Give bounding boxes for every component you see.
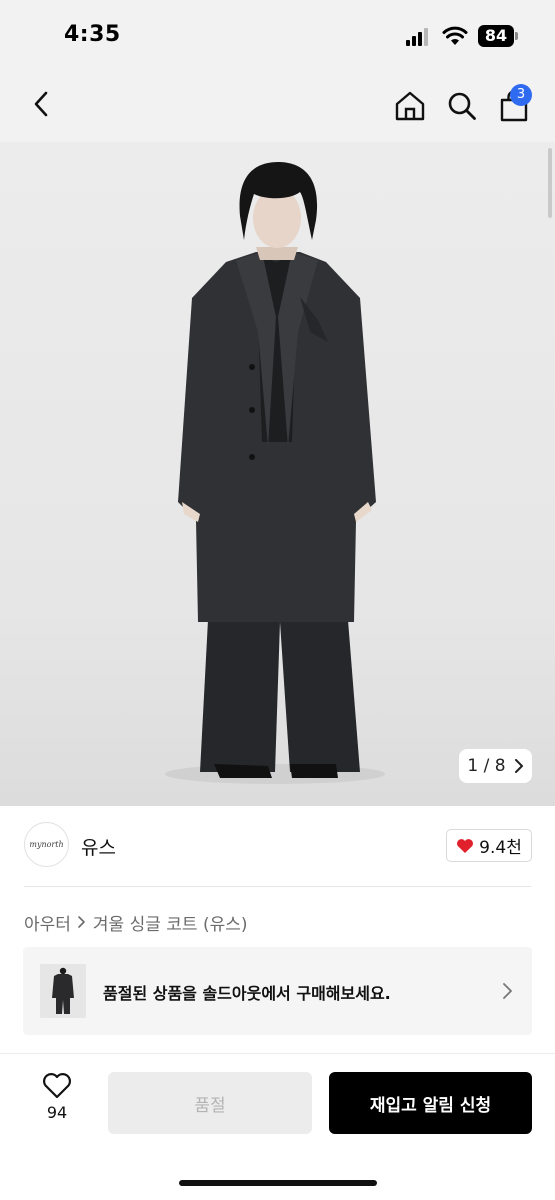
battery-tip: [515, 32, 518, 40]
chevron-right-icon: [78, 916, 85, 928]
search-icon: [448, 92, 476, 120]
home-indicator[interactable]: [179, 1180, 377, 1186]
status-time: 4:35: [64, 22, 121, 47]
scroll-indicator[interactable]: [548, 148, 552, 218]
brand-row[interactable]: mynorth 유스 9.4천: [24, 822, 532, 868]
soldout-marketplace-banner[interactable]: 품절된 상품을 솔드아웃에서 구매해보세요.: [23, 947, 532, 1035]
banner-text: 품절된 상품을 솔드아웃에서 구매해보세요.: [103, 984, 391, 1003]
brand-like-count: 9.4천: [479, 838, 522, 858]
brand-name[interactable]: 유스: [81, 833, 116, 860]
breadcrumb: 아우터 겨울 싱글 코트 (유스): [24, 910, 248, 935]
brand-like-button[interactable]: 9.4천: [446, 829, 532, 862]
breadcrumb-product: 겨울 싱글 코트 (유스): [92, 914, 248, 935]
breadcrumb-category[interactable]: 아우터: [24, 910, 71, 935]
chevron-right-icon: [503, 983, 512, 999]
heart-outline-icon: [43, 1073, 71, 1099]
cart-count-badge: 3: [510, 84, 532, 106]
banner-thumbnail: [40, 964, 86, 1018]
wifi-icon: [442, 26, 468, 45]
signal-icon: [406, 28, 432, 46]
wishlist-button[interactable]: 94: [36, 1072, 78, 1132]
brand-logo[interactable]: mynorth: [24, 822, 69, 867]
status-bar: 4:35 84: [0, 0, 555, 70]
image-counter-text: 1 / 8: [467, 756, 506, 776]
chevron-left-icon: [34, 91, 48, 117]
home-button[interactable]: [388, 84, 432, 128]
wishlist-count: 94: [46, 1103, 68, 1122]
back-button[interactable]: [22, 84, 62, 124]
nav-bar: [0, 70, 555, 142]
soldout-button[interactable]: 품절: [108, 1072, 312, 1134]
divider: [24, 886, 531, 887]
brand-logo-text: mynorth: [29, 840, 64, 849]
image-counter[interactable]: 1 / 8: [459, 749, 532, 783]
product-photo: [165, 162, 385, 784]
heart-filled-icon: [457, 838, 474, 853]
restock-alert-button[interactable]: 재입고 알림 신청: [329, 1072, 532, 1134]
chevron-right-icon: [514, 759, 523, 773]
battery-icon: 84: [478, 25, 514, 47]
search-button[interactable]: [440, 84, 484, 128]
home-icon: [395, 91, 425, 121]
product-image[interactable]: [0, 142, 555, 806]
